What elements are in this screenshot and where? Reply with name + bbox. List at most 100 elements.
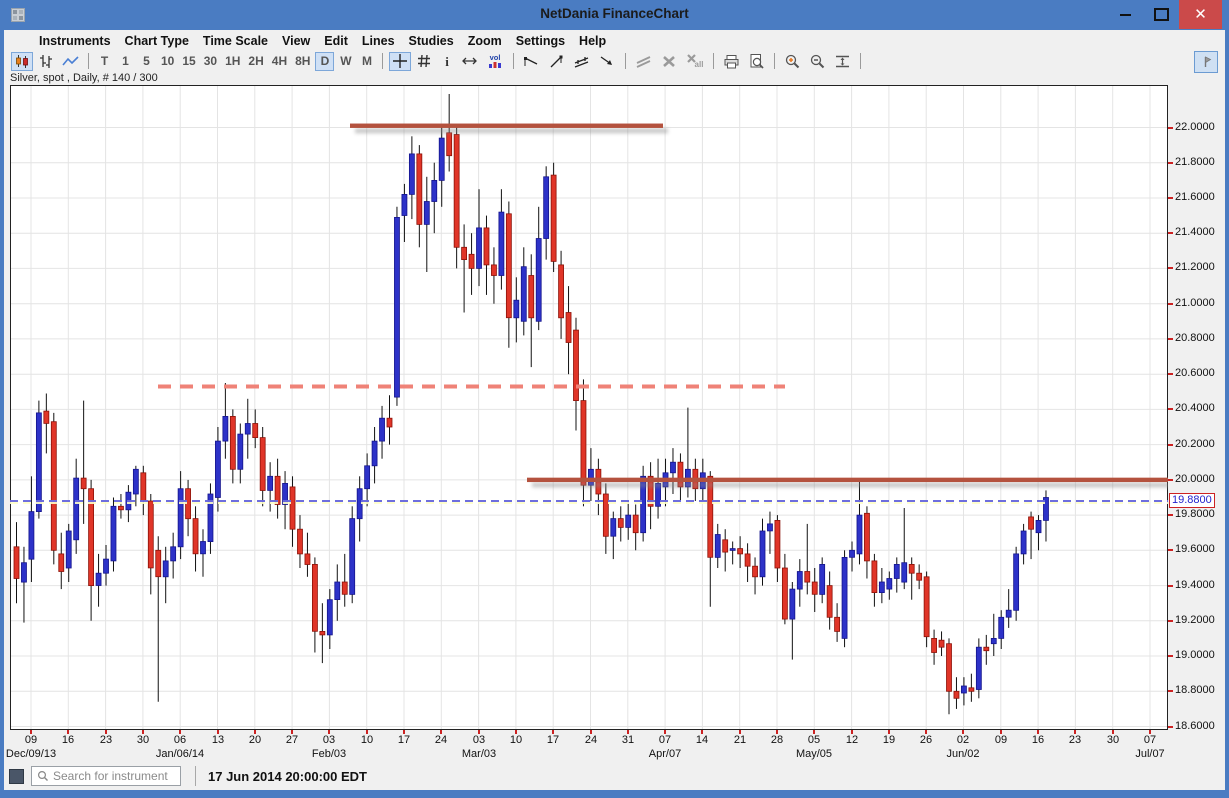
price-axis-label: 19.2000 <box>1175 614 1215 626</box>
zoom-in-button[interactable] <box>781 52 804 71</box>
volume-icon: vol <box>486 53 504 69</box>
price-axis[interactable]: 18.600018.800019.000019.200019.400019.60… <box>1168 85 1225 745</box>
instrument-color-square-icon[interactable] <box>9 769 24 784</box>
remove-lines-button[interactable] <box>632 52 656 71</box>
maximize-button[interactable] <box>1143 0 1179 29</box>
timeframe-8h-button[interactable]: 8H <box>292 52 313 71</box>
menu-lines[interactable]: Lines <box>355 34 402 48</box>
toolbar-separator <box>774 53 775 69</box>
toolbar: T151015301H2H4H8HDWM i vol <box>4 50 1225 72</box>
price-axis-label: 20.0000 <box>1175 473 1215 485</box>
price-axis-label: 20.2000 <box>1175 438 1215 450</box>
statusbar: 17 Jun 2014 20:00:00 EDT <box>4 763 1225 789</box>
price-axis-label: 21.8000 <box>1175 156 1215 168</box>
timeframe-1h-button[interactable]: 1H <box>222 52 243 71</box>
price-axis-tick <box>1168 408 1173 410</box>
zoom-in-icon <box>784 53 801 69</box>
date-axis-day-label: 07 <box>1144 734 1156 746</box>
timeframe-m-button[interactable]: M <box>357 52 376 71</box>
date-axis-day-label: 30 <box>137 734 149 746</box>
price-axis-tick <box>1168 549 1173 551</box>
line-chart-button[interactable] <box>59 52 82 71</box>
expand-horizontal-icon <box>461 54 478 68</box>
close-button[interactable]: ✕ <box>1179 0 1222 29</box>
delete-all-button[interactable]: all <box>682 52 707 71</box>
timeframe-1-button[interactable]: 1 <box>116 52 135 71</box>
menu-view[interactable]: View <box>275 34 317 48</box>
menu-studies[interactable]: Studies <box>402 34 461 48</box>
search-input[interactable] <box>51 768 175 784</box>
trend-channel-button[interactable] <box>570 52 594 71</box>
price-axis-label: 20.4000 <box>1175 402 1215 414</box>
pin-window-button[interactable] <box>1194 51 1218 73</box>
print-preview-icon <box>748 53 765 69</box>
info-button[interactable]: i <box>437 52 456 71</box>
menu-help[interactable]: Help <box>572 34 613 48</box>
timeframe-10-button[interactable]: 10 <box>158 52 177 71</box>
price-axis-tick <box>1168 197 1173 199</box>
minimize-button[interactable] <box>1107 0 1143 29</box>
date-axis-day-label: 27 <box>286 734 298 746</box>
ohlc-bar-chart-button[interactable] <box>35 52 57 71</box>
trend-channel-icon <box>573 54 591 69</box>
price-axis-label: 18.8000 <box>1175 684 1215 696</box>
candlestick-chart-button[interactable] <box>11 52 33 71</box>
print-button[interactable] <box>720 52 743 71</box>
trend-line-up-button[interactable] <box>545 52 568 71</box>
date-axis-day-label: 17 <box>398 734 410 746</box>
date-axis-day-label: 03 <box>323 734 335 746</box>
ray-arrow-button[interactable] <box>596 52 619 71</box>
print-preview-button[interactable] <box>745 52 768 71</box>
crosshair-button[interactable] <box>389 52 411 71</box>
timeframe-w-button[interactable]: W <box>336 52 355 71</box>
menu-chart-type[interactable]: Chart Type <box>118 34 196 48</box>
price-axis-label: 19.0000 <box>1175 649 1215 661</box>
price-axis-label: 21.4000 <box>1175 226 1215 238</box>
menu-instruments[interactable]: Instruments <box>32 34 118 48</box>
timeframe-15-button[interactable]: 15 <box>179 52 198 71</box>
date-axis-day-label: 09 <box>25 734 37 746</box>
zoom-out-button[interactable] <box>806 52 829 71</box>
menu-settings[interactable]: Settings <box>509 34 572 48</box>
date-axis[interactable]: 0916233006132027031017240310172431071421… <box>10 730 1222 762</box>
price-axis-tick <box>1168 690 1173 692</box>
price-axis-tick <box>1168 373 1173 375</box>
grid-icon <box>416 53 432 69</box>
statusbar-separator <box>195 766 196 786</box>
trend-line-icon <box>523 54 540 69</box>
price-axis-tick <box>1168 620 1173 622</box>
menu-zoom[interactable]: Zoom <box>461 34 509 48</box>
timeframe-t-button[interactable]: T <box>95 52 114 71</box>
timeframe-4h-button[interactable]: 4H <box>269 52 290 71</box>
date-axis-day-label: 31 <box>622 734 634 746</box>
expand-horizontal-button[interactable] <box>458 52 481 71</box>
current-price-tag: 19.8800 <box>1169 493 1215 508</box>
fit-vertical-button[interactable] <box>831 52 854 71</box>
chart-plot[interactable] <box>10 85 1168 730</box>
price-axis-label: 19.4000 <box>1175 579 1215 591</box>
menu-time-scale[interactable]: Time Scale <box>196 34 275 48</box>
date-axis-day-label: 12 <box>846 734 858 746</box>
timeframe-5-button[interactable]: 5 <box>137 52 156 71</box>
price-axis-tick <box>1168 726 1173 728</box>
price-axis-label: 21.0000 <box>1175 297 1215 309</box>
svg-text:vol: vol <box>490 53 501 62</box>
ray-arrow-icon <box>599 54 616 69</box>
date-axis-day-label: 10 <box>361 734 373 746</box>
price-axis-label: 21.2000 <box>1175 261 1215 273</box>
delete-button[interactable] <box>658 52 680 71</box>
trend-line-button[interactable] <box>520 52 543 71</box>
date-axis-day-label: 19 <box>883 734 895 746</box>
date-axis-month-label: Dec/09/13 <box>6 748 56 760</box>
date-axis-month-label: Feb/03 <box>312 748 346 760</box>
date-axis-month-label: Jun/02 <box>946 748 979 760</box>
menu-edit[interactable]: Edit <box>317 34 355 48</box>
timeframe-30-button[interactable]: 30 <box>201 52 220 71</box>
grid-toggle-button[interactable] <box>413 52 435 71</box>
volume-button[interactable]: vol <box>483 52 507 71</box>
svg-text:i: i <box>445 54 449 69</box>
price-axis-tick <box>1168 514 1173 516</box>
zoom-out-icon <box>809 53 826 69</box>
timeframe-d-button[interactable]: D <box>315 52 334 71</box>
timeframe-2h-button[interactable]: 2H <box>245 52 266 71</box>
